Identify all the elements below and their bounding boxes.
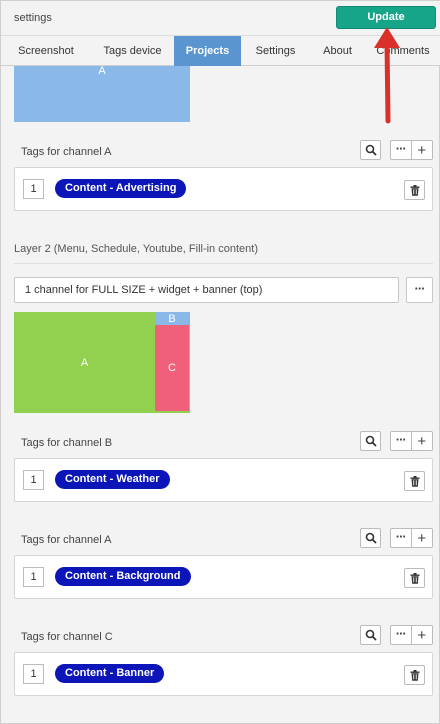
tag-actions-group: ··· +: [390, 625, 433, 645]
tab-tags-device[interactable]: Tags device: [91, 36, 174, 66]
update-button[interactable]: Update: [336, 6, 436, 29]
trash-icon: [410, 572, 419, 584]
tag-actions-group: ··· +: [390, 528, 433, 548]
tag-pill[interactable]: Content - Advertising: [55, 179, 187, 198]
tab-about[interactable]: About: [310, 36, 365, 66]
plus-icon: +: [417, 432, 427, 450]
delete-tag-button[interactable]: [404, 180, 425, 200]
trash-icon: [410, 669, 419, 681]
search-icon: [365, 144, 377, 156]
tab-projects[interactable]: Projects: [174, 36, 241, 66]
add-tag-button[interactable]: +: [412, 529, 432, 547]
tag-priority-field[interactable]: 1: [23, 567, 44, 587]
tag-pill[interactable]: Content - Banner: [55, 664, 165, 683]
add-tag-button[interactable]: +: [412, 141, 432, 159]
search-icon: [365, 435, 377, 447]
tag-row-panel: 1 Content - Banner: [14, 652, 433, 696]
tab-screenshot[interactable]: Screenshot: [1, 36, 91, 66]
add-tag-button[interactable]: +: [412, 626, 432, 644]
search-button[interactable]: [360, 625, 381, 645]
plus-icon: +: [417, 529, 427, 547]
tab-settings[interactable]: Settings: [241, 36, 310, 66]
add-tag-button[interactable]: +: [412, 432, 432, 450]
search-button[interactable]: [360, 528, 381, 548]
layout-preview: A B C: [14, 312, 190, 413]
tag-pill[interactable]: Content - Weather: [55, 470, 170, 489]
more-dots-icon: ···: [395, 431, 407, 447]
layer2-title: Layer 2 (Menu, Schedule, Youtube, Fill-i…: [14, 243, 258, 255]
more-button[interactable]: ···: [391, 432, 412, 450]
more-button[interactable]: ···: [391, 626, 412, 644]
tag-group-header: Tags for channel C: [21, 631, 113, 643]
tag-actions-group: ··· +: [390, 431, 433, 451]
layer1-zone-a[interactable]: A: [14, 66, 190, 122]
more-dots-icon: ···: [395, 625, 407, 641]
projects-content: A Tags for channel A ··· + 1 Content - A…: [1, 66, 440, 724]
tag-group-header: Tags for channel B: [21, 437, 113, 449]
tag-row-panel: 1 Content - Advertising: [14, 167, 433, 211]
tag-group-header: Tags for channel A: [21, 146, 112, 158]
tag-priority-field[interactable]: 1: [23, 470, 44, 490]
layout-more-button[interactable]: ···: [406, 277, 433, 303]
settings-window: settings Update Screenshot Tags device P…: [0, 0, 440, 724]
more-button[interactable]: ···: [391, 141, 412, 159]
plus-icon: +: [417, 626, 427, 644]
tag-actions-group: ··· +: [390, 140, 433, 160]
layer2-zone-b[interactable]: B: [155, 312, 189, 325]
tag-group-header: Tags for channel A: [21, 534, 112, 546]
delete-tag-button[interactable]: [404, 568, 425, 588]
layout-select[interactable]: 1 channel for FULL SIZE + widget + banne…: [14, 277, 399, 303]
zone-a-label: A: [98, 66, 106, 77]
search-button[interactable]: [360, 431, 381, 451]
tag-priority-field[interactable]: 1: [23, 664, 44, 684]
search-icon: [365, 629, 377, 641]
more-dots-icon: ···: [414, 280, 426, 296]
tag-row-panel: 1 Content - Weather: [14, 458, 433, 502]
zone-c-label: C: [168, 362, 176, 374]
trash-icon: [410, 475, 419, 487]
delete-tag-button[interactable]: [404, 665, 425, 685]
tag-priority-field[interactable]: 1: [23, 179, 44, 199]
more-dots-icon: ···: [395, 528, 407, 544]
title-bar: settings Update: [1, 1, 440, 35]
zone-b-label: B: [168, 312, 176, 325]
plus-icon: +: [417, 141, 427, 159]
layer2-zone-c[interactable]: C: [155, 325, 189, 411]
tag-row-panel: 1 Content - Background: [14, 555, 433, 599]
search-button[interactable]: [360, 140, 381, 160]
tag-pill[interactable]: Content - Background: [55, 567, 191, 586]
search-icon: [365, 532, 377, 544]
more-dots-icon: ···: [395, 140, 407, 156]
delete-tag-button[interactable]: [404, 471, 425, 491]
layer2-zone-a[interactable]: A: [14, 312, 155, 413]
trash-icon: [410, 184, 419, 196]
tab-comments[interactable]: Comments: [365, 36, 440, 66]
zone-a-label: A: [80, 356, 89, 369]
tab-bar: Screenshot Tags device Projects Settings…: [1, 35, 440, 66]
layer2-divider: [14, 263, 433, 264]
window-title: settings: [14, 12, 52, 24]
more-button[interactable]: ···: [391, 529, 412, 547]
